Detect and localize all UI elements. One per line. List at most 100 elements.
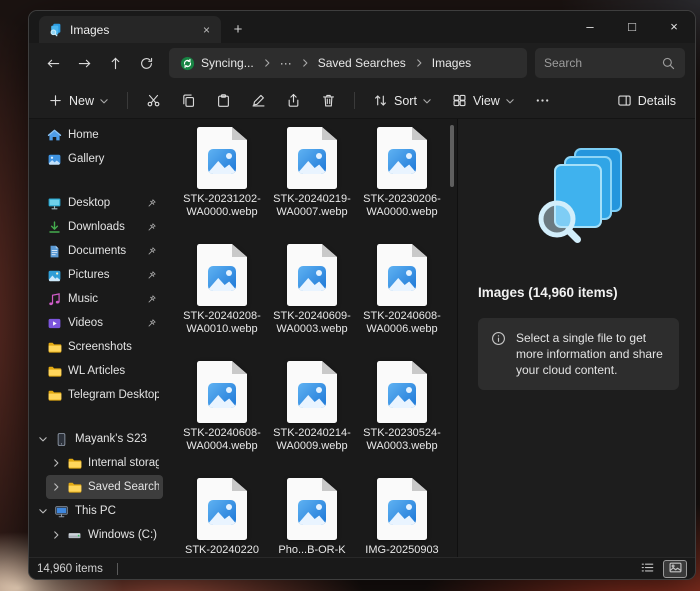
search-input[interactable] bbox=[544, 56, 655, 70]
breadcrumb[interactable]: Syncing... ··· Saved Searches Images bbox=[169, 48, 527, 78]
sidebar-item-pictures[interactable]: Pictures bbox=[33, 263, 163, 287]
sidebar-item-telegram-desktop[interactable]: Telegram Desktop bbox=[33, 383, 163, 407]
sidebar-item-saved-searches[interactable]: Saved Searches bbox=[46, 475, 163, 499]
nav-button-up[interactable] bbox=[101, 49, 130, 78]
content-area: Home Gallery Desktop Downloads Documents… bbox=[29, 119, 695, 557]
new-tab-button[interactable]: + bbox=[225, 16, 251, 42]
sidebar-item-music[interactable]: Music bbox=[33, 287, 163, 311]
expander-chevron-icon[interactable] bbox=[50, 458, 61, 468]
desktop-icon bbox=[47, 196, 62, 211]
file-item-stk-20240220[interactable]: STK-20240220 bbox=[177, 478, 267, 557]
statusbar-divider bbox=[117, 563, 118, 575]
tab-title: Images bbox=[70, 23, 191, 37]
close-button[interactable]: × bbox=[653, 11, 695, 41]
details-toggle-button[interactable]: Details bbox=[608, 86, 685, 115]
breadcrumb-item[interactable]: Saved Searches bbox=[311, 51, 413, 75]
file-item-stk-20240608-wa0006-webp[interactable]: STK-20240608-WA0006.webp bbox=[357, 244, 447, 361]
pin-icon bbox=[146, 222, 157, 233]
minimize-button[interactable]: – bbox=[569, 11, 611, 41]
sidebar-item-documents[interactable]: Documents bbox=[33, 239, 163, 263]
file-item-stk-20240609-wa0003-webp[interactable]: STK-20240609-WA0003.webp bbox=[267, 244, 357, 361]
refresh-icon bbox=[139, 56, 154, 71]
sidebar-item-gallery[interactable]: Gallery bbox=[33, 147, 163, 171]
sidebar-item-home[interactable]: Home bbox=[33, 123, 163, 147]
toolbar-button-copy[interactable] bbox=[172, 86, 205, 115]
sidebar-item-mayank-s-s23[interactable]: Mayank's S23 bbox=[33, 427, 163, 451]
nav-button-forward[interactable] bbox=[70, 49, 99, 78]
sidebar-item-downloads[interactable]: Downloads bbox=[33, 215, 163, 239]
scrollbar-thumb[interactable] bbox=[450, 125, 454, 187]
plus-icon bbox=[48, 93, 63, 108]
nav-button-refresh[interactable] bbox=[132, 49, 161, 78]
new-button[interactable]: New bbox=[39, 86, 118, 115]
copy-icon bbox=[181, 93, 196, 108]
toolbar-divider bbox=[354, 92, 355, 109]
tab-images[interactable]: Images × bbox=[39, 16, 221, 43]
sidebar-item-windows-c[interactable]: Windows (C:) bbox=[46, 523, 163, 547]
titlebar[interactable]: Images × + – □ × bbox=[29, 11, 695, 43]
more-options-button[interactable] bbox=[526, 86, 559, 115]
info-text: Select a single file to get more informa… bbox=[516, 330, 666, 378]
sidebar-gap bbox=[33, 407, 163, 427]
breadcrumb-item[interactable]: Images bbox=[425, 51, 478, 75]
expander-chevron-icon[interactable] bbox=[37, 434, 48, 444]
toolbar-button-paste[interactable] bbox=[207, 86, 240, 115]
sidebar-item-videos[interactable]: Videos bbox=[33, 311, 163, 335]
toolbar-button-share[interactable] bbox=[277, 86, 310, 115]
sidebar-item-desktop[interactable]: Desktop bbox=[33, 191, 163, 215]
expander-chevron-icon[interactable] bbox=[37, 506, 48, 516]
toolbar-button-cut[interactable] bbox=[137, 86, 170, 115]
file-item-img-20250903[interactable]: IMG-20250903 bbox=[357, 478, 447, 557]
file-item-stk-20231202-wa0000-webp[interactable]: STK-20231202-WA0000.webp bbox=[177, 127, 267, 244]
view-icon bbox=[452, 93, 467, 108]
search-box[interactable] bbox=[535, 48, 685, 78]
webp-file-icon bbox=[197, 244, 247, 306]
sidebar-item-this-pc[interactable]: This PC bbox=[33, 499, 163, 523]
maximize-button[interactable]: □ bbox=[611, 11, 653, 41]
breadcrumb-item[interactable]: ··· bbox=[273, 51, 299, 75]
toolbar-button-delete[interactable] bbox=[312, 86, 345, 115]
home-icon bbox=[47, 128, 62, 143]
paste-icon bbox=[216, 93, 231, 108]
sort-button-label: Sort bbox=[394, 94, 417, 108]
chevron-down-icon bbox=[99, 96, 109, 106]
file-item-stk-20240208-wa0010-webp[interactable]: STK-20240208-WA0010.webp bbox=[177, 244, 267, 361]
file-item-stk-20240608-wa0004-webp[interactable]: STK-20240608-WA0004.webp bbox=[177, 361, 267, 478]
documents-icon bbox=[47, 244, 62, 259]
sort-button[interactable]: Sort bbox=[364, 86, 441, 115]
thumbnail-view-button[interactable] bbox=[663, 560, 687, 578]
webp-file-icon bbox=[287, 244, 337, 306]
pin-icon bbox=[146, 318, 157, 329]
webp-file-icon bbox=[197, 361, 247, 423]
sort-icon bbox=[373, 93, 388, 108]
details-pane: Images (14,960 items) Select a single fi… bbox=[457, 119, 695, 557]
info-icon bbox=[491, 331, 506, 346]
webp-file-icon bbox=[287, 478, 337, 540]
command-toolbar: New Sort View bbox=[29, 83, 695, 119]
gallery-icon bbox=[47, 152, 62, 167]
file-item-stk-20240219-wa0007-webp[interactable]: STK-20240219-WA0007.webp bbox=[267, 127, 357, 244]
file-list-area[interactable]: STK-20231202-WA0000.webp STK-20240219-WA… bbox=[165, 119, 447, 557]
list-view-button[interactable] bbox=[635, 560, 659, 578]
breadcrumb-item[interactable]: Syncing... bbox=[173, 51, 261, 75]
toolbar-button-rename[interactable] bbox=[242, 86, 275, 115]
nav-button-back[interactable] bbox=[39, 49, 68, 78]
sidebar-item-internal-storage[interactable]: Internal storage bbox=[46, 451, 163, 475]
music-icon bbox=[47, 292, 62, 307]
tab-close-button[interactable]: × bbox=[198, 21, 215, 38]
sidebar-item-screenshots[interactable]: Screenshots bbox=[33, 335, 163, 359]
expander-chevron-icon[interactable] bbox=[50, 482, 61, 492]
folder-icon bbox=[67, 480, 82, 495]
file-item-stk-20230524-wa0003-webp[interactable]: STK-20230524-WA0003.webp bbox=[357, 361, 447, 478]
view-button[interactable]: View bbox=[443, 86, 524, 115]
file-item-pho-b-or-k[interactable]: Pho...B-OR-K bbox=[267, 478, 357, 557]
sidebar-item-wl-articles[interactable]: WL Articles bbox=[33, 359, 163, 383]
expander-chevron-icon[interactable] bbox=[50, 530, 61, 540]
share-icon bbox=[286, 93, 301, 108]
file-item-stk-20230206-wa0000-webp[interactable]: STK-20230206-WA0000.webp bbox=[357, 127, 447, 244]
file-item-stk-20240214-wa0009-webp[interactable]: STK-20240214-WA0009.webp bbox=[267, 361, 357, 478]
vertical-scrollbar[interactable] bbox=[447, 119, 457, 557]
breadcrumb-segment-saved-searches: Saved Searches bbox=[311, 51, 425, 75]
breadcrumb-chevron-icon bbox=[300, 58, 310, 68]
drive-icon bbox=[67, 528, 82, 543]
